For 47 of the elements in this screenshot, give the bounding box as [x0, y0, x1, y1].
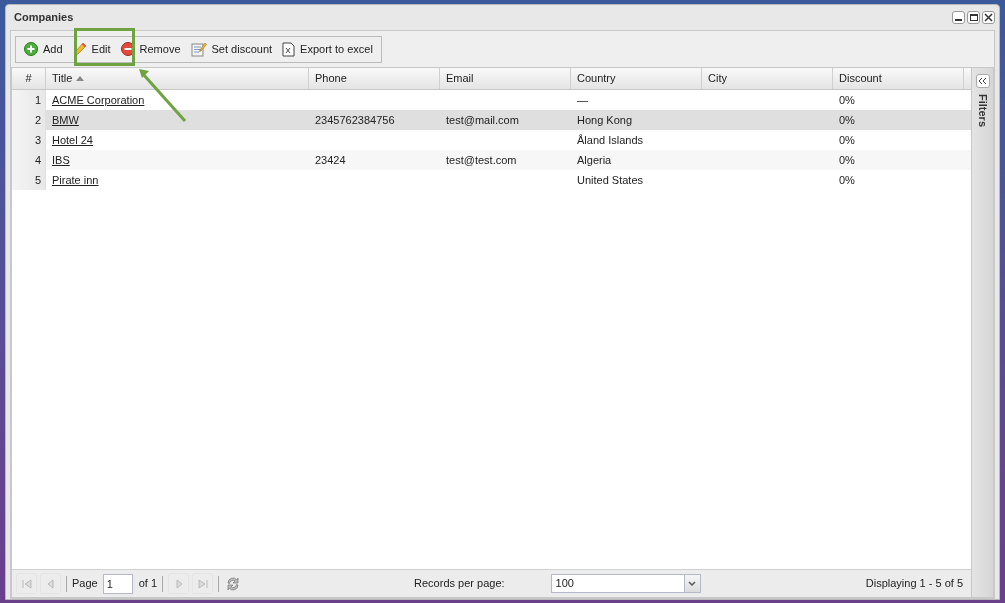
- table-cell-text: Åland Islands: [577, 132, 644, 148]
- table-cell-text: Algeria: [577, 152, 612, 168]
- column-header[interactable]: City: [702, 68, 833, 89]
- toolbar-button[interactable]: Set discount: [186, 37, 277, 61]
- column-header[interactable]: Title: [46, 68, 309, 89]
- toolbar-button[interactable]: Export to excel: [278, 37, 377, 61]
- table-cell-text: 0%: [839, 132, 855, 148]
- table-cell-text: United States: [577, 172, 644, 188]
- table-cell-text: 0%: [839, 172, 855, 188]
- toolbar-button[interactable]: Edit: [68, 37, 115, 61]
- row-number: 2: [34, 112, 41, 128]
- display-status: Displaying 1 - 5 of 5: [865, 576, 963, 592]
- toolbar-button[interactable]: Add: [20, 37, 67, 61]
- column-header[interactable]: #: [12, 68, 46, 89]
- records-per-page-dropdown[interactable]: 100: [550, 574, 701, 593]
- table-cell-text: test@mail.com: [446, 112, 519, 128]
- row-number: 5: [34, 172, 41, 188]
- page-field[interactable]: 1: [102, 573, 133, 594]
- row-number: 3: [34, 132, 41, 148]
- column-header[interactable]: Country: [571, 68, 702, 89]
- column-header[interactable]: Email: [440, 68, 571, 89]
- row-number: 4: [34, 152, 41, 168]
- table-row[interactable]: 4 IBS 23424 test@test.com Algeria 0%: [12, 150, 971, 170]
- table-cell-text: test@test.com: [446, 152, 517, 168]
- column-header[interactable]: Discount: [833, 68, 964, 89]
- table-cell-text: Hong Kong: [577, 112, 633, 128]
- column-header[interactable]: Phone: [309, 68, 440, 89]
- company-link[interactable]: IBS: [52, 151, 70, 169]
- filters-panel[interactable]: Filters: [972, 67, 994, 598]
- table-cell-text: 2345762384756: [315, 112, 395, 128]
- toolbar-button[interactable]: Remove: [116, 37, 185, 61]
- table-cell-text: 0%: [839, 152, 855, 168]
- table-cell-text: 23424: [315, 152, 346, 168]
- company-link[interactable]: ACME Corporation: [52, 91, 145, 109]
- page-label: Page: [72, 576, 98, 592]
- table-cell-text: 0%: [839, 112, 855, 128]
- window-title: Companies: [14, 10, 74, 26]
- company-link[interactable]: Hotel 24: [52, 131, 93, 149]
- filters-label: Filters: [975, 94, 990, 127]
- table-cell-text: 0%: [839, 92, 855, 108]
- table-cell-text: —: [577, 92, 588, 108]
- company-link[interactable]: BMW: [52, 111, 79, 129]
- page-count: of 1: [138, 576, 158, 592]
- company-link[interactable]: Pirate inn: [52, 171, 99, 189]
- records-per-page-label: Records per page:: [414, 576, 505, 592]
- row-number: 1: [34, 92, 41, 108]
- table-row[interactable]: 2 BMW 2345762384756 test@mail.com Hong Kong 0%: [12, 110, 971, 130]
